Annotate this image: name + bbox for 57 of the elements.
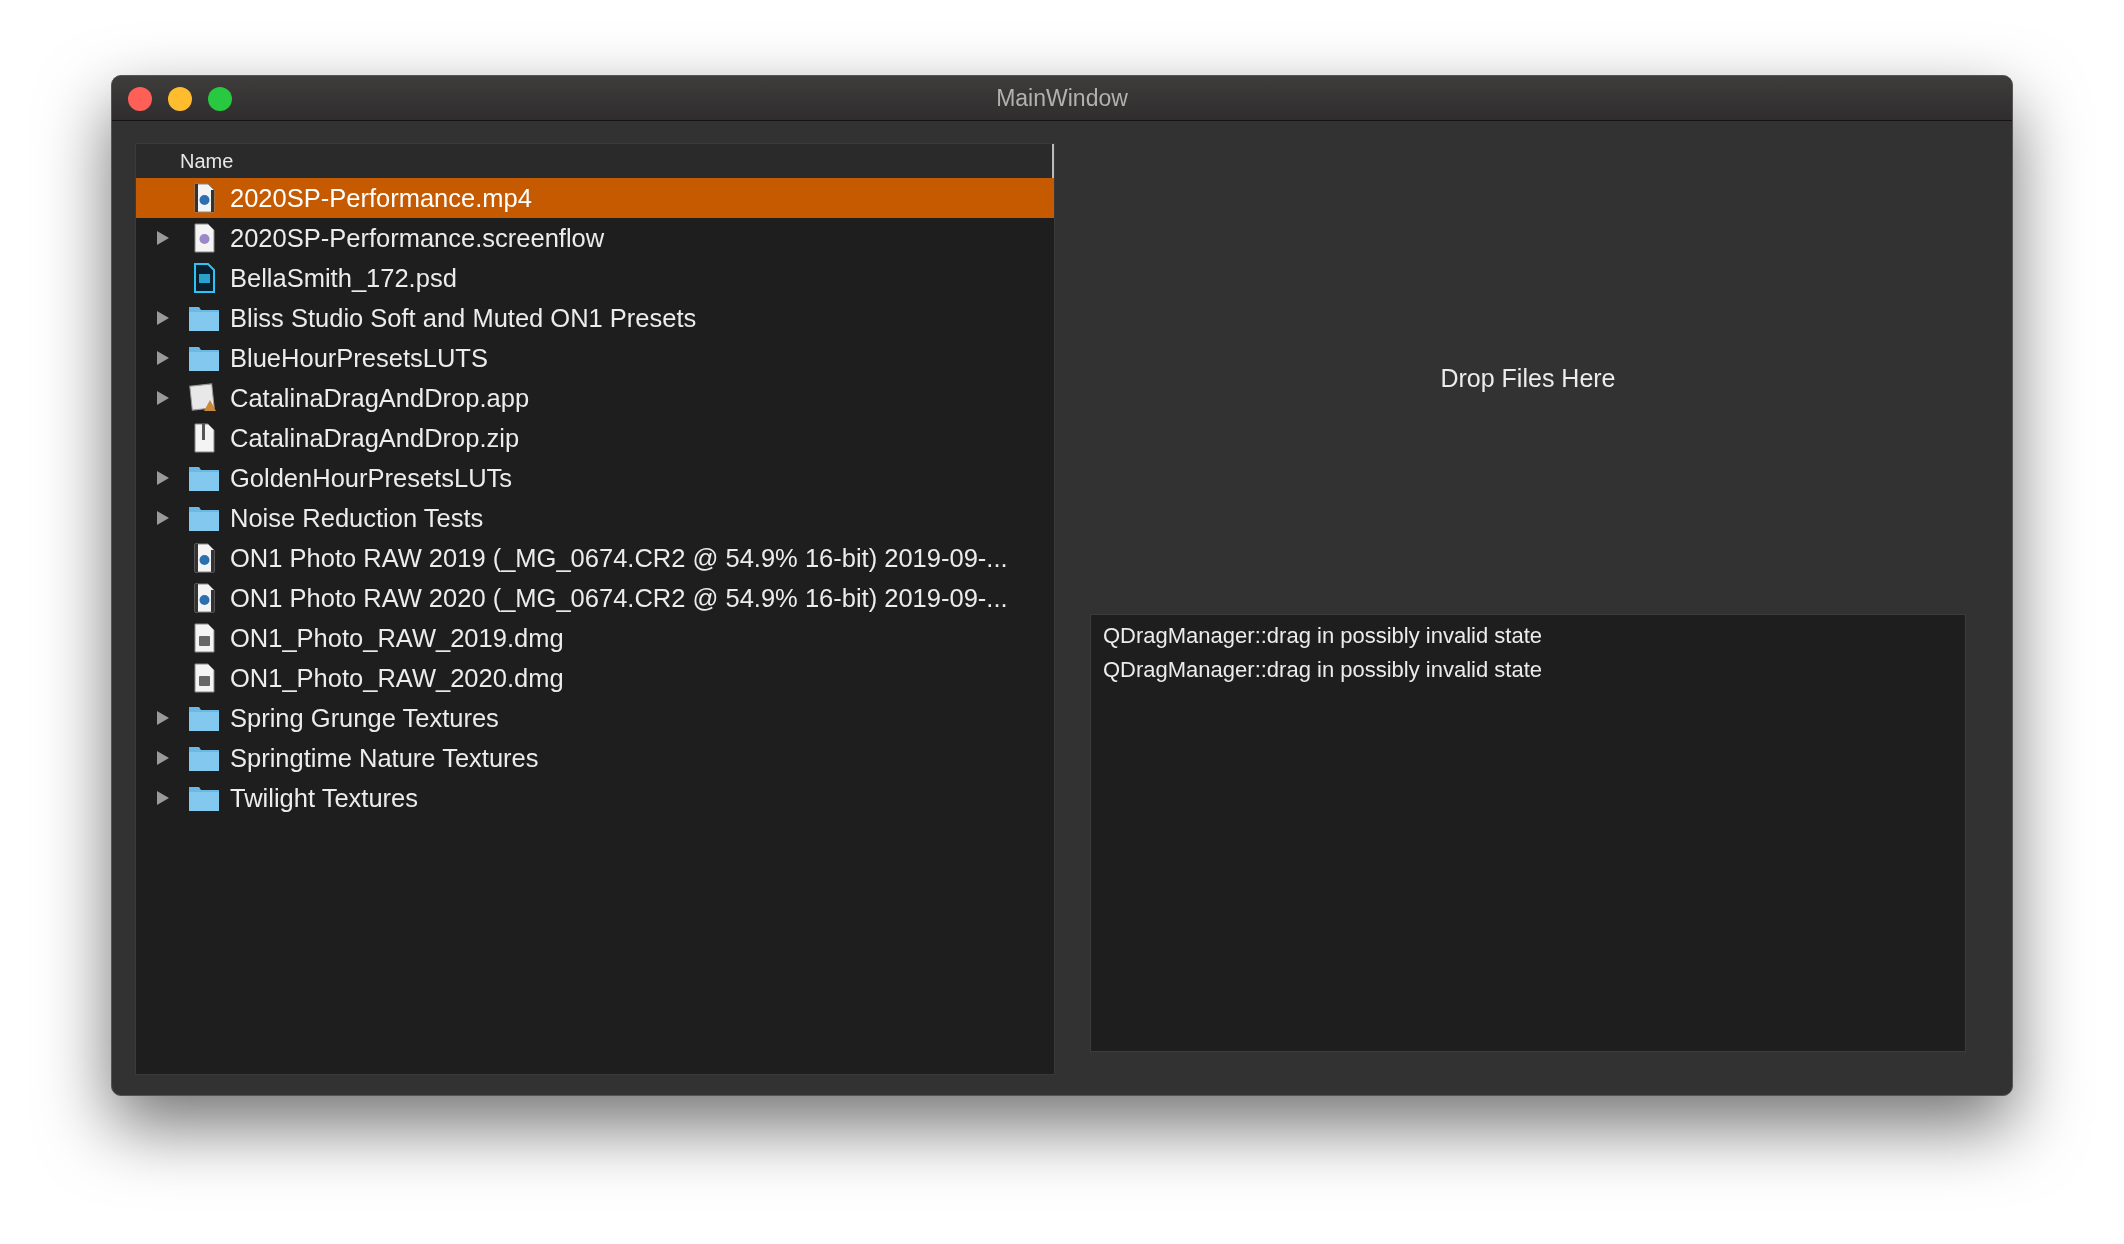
- tree-row[interactable]: Bliss Studio Soft and Muted ON1 Presets: [136, 298, 1054, 338]
- expand-arrow-icon[interactable]: [156, 750, 170, 766]
- folder-icon: [188, 784, 220, 812]
- file-name: ON1_Photo_RAW_2019.dmg: [230, 622, 564, 654]
- minimize-button[interactable]: [168, 87, 192, 111]
- file-name: ON1_Photo_RAW_2020.dmg: [230, 662, 564, 694]
- expand-arrow-icon[interactable]: [156, 790, 170, 806]
- file-name: Noise Reduction Tests: [230, 502, 484, 534]
- expand-arrow-icon[interactable]: [156, 470, 170, 486]
- tree-row[interactable]: ON1_Photo_RAW_2019.dmg: [136, 618, 1054, 658]
- tree-row[interactable]: BlueHourPresetsLUTS: [136, 338, 1054, 378]
- expand-arrow-icon[interactable]: [156, 310, 170, 326]
- tree-row[interactable]: GoldenHourPresetsLUTs: [136, 458, 1054, 498]
- folder-icon: [188, 464, 220, 492]
- close-button[interactable]: [128, 87, 152, 111]
- file-name: Springtime Nature Textures: [230, 742, 539, 774]
- file-name: CatalinaDragAndDrop.app: [230, 382, 530, 414]
- file-name: BellaSmith_172.psd: [230, 262, 457, 294]
- file-name: 2020SP-Performance.mp4: [230, 182, 532, 214]
- tree-row[interactable]: CatalinaDragAndDrop.zip: [136, 418, 1054, 458]
- expand-arrow-icon[interactable]: [156, 510, 170, 526]
- folder-icon: [188, 744, 220, 772]
- tree-row[interactable]: Spring Grunge Textures: [136, 698, 1054, 738]
- file-name: Twilight Textures: [230, 782, 419, 814]
- folder-icon: [188, 704, 220, 732]
- zoom-button[interactable]: [208, 87, 232, 111]
- file-name: Spring Grunge Textures: [230, 702, 499, 734]
- tree-row[interactable]: BellaSmith_172.psd: [136, 258, 1054, 298]
- file-name: GoldenHourPresetsLUTs: [230, 462, 513, 494]
- expand-arrow-icon[interactable]: [156, 710, 170, 726]
- tree-row[interactable]: CatalinaDragAndDrop.app: [136, 378, 1054, 418]
- tree-row[interactable]: Noise Reduction Tests: [136, 498, 1054, 538]
- file-name: CatalinaDragAndDrop.zip: [230, 422, 520, 454]
- tree-row[interactable]: Springtime Nature Textures: [136, 738, 1054, 778]
- window-title: MainWindow: [996, 83, 1128, 113]
- file-name: ON1 Photo RAW 2019 (_MG_0674.CR2 @ 54.9% 16-bit) 2019-09-...: [230, 542, 1008, 574]
- expand-arrow-icon[interactable]: [156, 230, 170, 246]
- file-name: 2020SP-Performance.screenflow: [230, 222, 605, 254]
- tree-row[interactable]: ON1 Photo RAW 2020 (_MG_0674.CR2 @ 54.9% 16-bit) 2019-09-...: [136, 578, 1054, 618]
- file-name: BlueHourPresetsLUTS: [230, 342, 488, 374]
- tree-row[interactable]: 2020SP-Performance.mp4: [136, 178, 1054, 218]
- drop-area[interactable]: Drop Files Here: [1090, 143, 1966, 614]
- tree-row[interactable]: Twilight Textures: [136, 778, 1054, 818]
- folder-icon: [188, 304, 220, 332]
- tree-row[interactable]: 2020SP-Performance.screenflow: [136, 218, 1054, 258]
- file-name: ON1 Photo RAW 2020 (_MG_0674.CR2 @ 54.9% 16-bit) 2019-09-...: [230, 582, 1008, 614]
- log-line: QDragManager::drag in possibly invalid state: [1103, 622, 1543, 650]
- expand-arrow-icon[interactable]: [156, 390, 170, 406]
- tree-row[interactable]: ON1 Photo RAW 2019 (_MG_0674.CR2 @ 54.9% 16-bit) 2019-09-...: [136, 538, 1054, 578]
- folder-icon: [188, 504, 220, 532]
- expand-arrow-icon[interactable]: [156, 350, 170, 366]
- drop-label: Drop Files Here: [1440, 362, 1616, 394]
- folder-icon: [188, 344, 220, 372]
- column-header[interactable]: Name: [136, 144, 1054, 178]
- tree-row[interactable]: ON1_Photo_RAW_2020.dmg: [136, 658, 1054, 698]
- log-line: QDragManager::drag in possibly invalid state: [1103, 656, 1543, 684]
- file-name: Bliss Studio Soft and Muted ON1 Presets: [230, 302, 697, 334]
